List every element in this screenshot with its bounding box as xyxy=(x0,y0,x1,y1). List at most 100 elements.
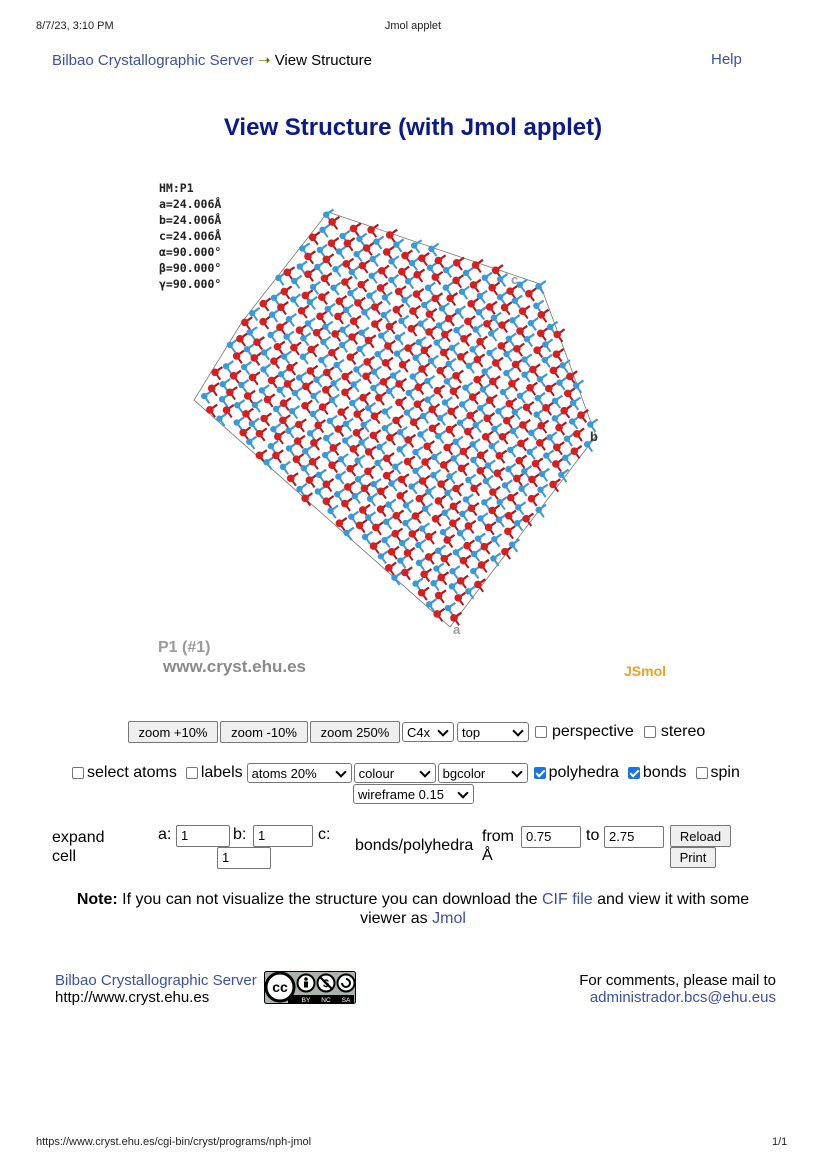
jmol-viewer[interactable]: HM:P1 a=24.006Å b=24.006Å c=24.006Å α=90… xyxy=(150,172,690,692)
oxygen-atom xyxy=(468,393,477,401)
silicon-atom xyxy=(358,439,365,446)
view-select[interactable]: top xyxy=(457,722,529,742)
silicon-atom xyxy=(474,535,482,542)
silicon-atom xyxy=(465,588,472,595)
silicon-atom xyxy=(341,437,349,444)
silicon-atom xyxy=(360,421,367,428)
colour-select[interactable]: colour xyxy=(353,763,436,783)
expand-c-input[interactable]: 1 xyxy=(217,847,271,869)
oxygen-atom xyxy=(370,412,379,421)
oxygen-atom xyxy=(395,398,403,407)
footer-server-link[interactable]: Bilbao Crystallographic Server xyxy=(55,972,257,989)
jsmol-logo: JSmol xyxy=(624,663,667,679)
silicon-atom xyxy=(381,294,389,301)
help-link[interactable]: Help xyxy=(711,51,742,68)
atoms-size-select[interactable]: atoms 20% xyxy=(246,763,352,783)
silicon-atom xyxy=(322,323,329,330)
cc-license-badge[interactable]: cc $ BY NC SA xyxy=(264,971,356,1004)
print-footer-url: https://www.cryst.ehu.es/cgi-bin/cryst/p… xyxy=(36,1136,312,1148)
silicon-atom xyxy=(481,368,488,375)
oxygen-atom xyxy=(418,477,427,485)
oxygen-atom xyxy=(236,334,244,343)
oxygen-atom xyxy=(467,504,476,513)
footer-email-link[interactable]: administrador.bcs@ehu.eus xyxy=(520,989,776,1006)
spin-checkbox[interactable] xyxy=(695,767,708,779)
oxygen-atom xyxy=(286,363,294,372)
oxygen-atom xyxy=(501,547,509,556)
breadcrumb-home-link[interactable]: Bilbao Crystallographic Server xyxy=(52,52,254,69)
crystal-structure-canvas[interactable] xyxy=(150,172,690,692)
stereo-checkbox[interactable] xyxy=(643,726,656,738)
oxygen-atom xyxy=(337,408,346,416)
bonds-checkbox[interactable] xyxy=(627,767,640,779)
oxygen-atom xyxy=(488,377,497,386)
silicon-atom xyxy=(364,404,372,412)
silicon-atom xyxy=(456,529,464,537)
to-input[interactable]: 2.75 xyxy=(604,826,664,848)
oxygen-atom xyxy=(440,330,449,339)
silicon-atom xyxy=(393,350,401,357)
oxygen-atom xyxy=(379,378,388,386)
silicon-atom xyxy=(444,489,451,497)
expand-b-input[interactable]: 1 xyxy=(253,825,313,847)
silicon-atom xyxy=(415,541,422,549)
silicon-atom xyxy=(509,317,516,324)
from-input[interactable]: 0.75 xyxy=(521,826,581,848)
axis-select[interactable]: C4x xyxy=(402,722,454,742)
silicon-atom xyxy=(511,408,518,416)
chevron-down-icon xyxy=(510,765,523,778)
silicon-atom xyxy=(412,580,419,587)
bgcolor-select[interactable]: bgcolor xyxy=(437,763,528,783)
zoom-250-button[interactable]: zoom 250% xyxy=(310,721,400,743)
oxygen-atom xyxy=(302,382,310,391)
oxygen-atom xyxy=(374,393,383,402)
silicon-atom xyxy=(309,410,317,418)
silicon-atom xyxy=(364,514,372,521)
silicon-atom xyxy=(496,293,504,301)
oxygen-atom xyxy=(385,322,394,331)
oxygen-atom xyxy=(327,239,336,247)
oxygen-atom xyxy=(491,266,500,275)
silicon-atom xyxy=(417,431,424,438)
expand-a-input[interactable]: 1 xyxy=(176,825,230,847)
silicon-atom xyxy=(328,396,336,404)
silicon-atom xyxy=(270,425,277,433)
perspective-checkbox[interactable] xyxy=(535,726,547,738)
silicon-atom xyxy=(521,371,528,378)
oxygen-atom xyxy=(456,577,465,585)
oxygen-atom xyxy=(370,303,379,311)
reload-button[interactable]: Reload xyxy=(670,825,731,847)
silicon-atom xyxy=(476,404,484,412)
zoom-out-button[interactable]: zoom -10% xyxy=(220,721,308,743)
silicon-atom xyxy=(472,421,479,429)
oxygen-atom xyxy=(328,461,336,469)
oxygen-atom xyxy=(385,564,393,572)
chevron-down-icon xyxy=(334,765,347,778)
oxygen-atom xyxy=(362,372,370,381)
silicon-atom xyxy=(260,366,267,373)
oxygen-atom xyxy=(528,475,536,484)
hm-line: a=24.006Å xyxy=(159,197,222,211)
silicon-atom xyxy=(285,445,293,452)
polyhedra-checkbox[interactable] xyxy=(533,767,546,779)
footer-url: http://www.cryst.ehu.es xyxy=(55,989,210,1006)
oxygen-atom xyxy=(398,360,407,369)
cif-file-link[interactable]: CIF file xyxy=(542,891,593,908)
oxygen-atom xyxy=(483,319,491,328)
print-footer-page: 1/1 xyxy=(772,1136,788,1148)
jmol-link[interactable]: Jmol xyxy=(432,910,466,927)
silicon-atom xyxy=(299,245,306,252)
select-atoms-checkbox[interactable] xyxy=(72,767,84,779)
oxygen-atom xyxy=(411,512,420,520)
labels-checkbox[interactable] xyxy=(185,767,198,779)
silicon-atom xyxy=(518,485,525,492)
oxygen-atom xyxy=(425,328,433,336)
silicon-atom xyxy=(541,356,548,364)
oxygen-atom xyxy=(428,424,437,433)
zoom-in-button[interactable]: zoom +10% xyxy=(128,721,218,743)
oxygen-atom xyxy=(360,484,369,493)
print-button[interactable]: Print xyxy=(670,847,716,868)
hm-line: β=90.000° xyxy=(159,261,222,275)
wireframe-select[interactable]: wireframe 0.15 xyxy=(353,784,474,804)
silicon-atom xyxy=(458,288,466,295)
